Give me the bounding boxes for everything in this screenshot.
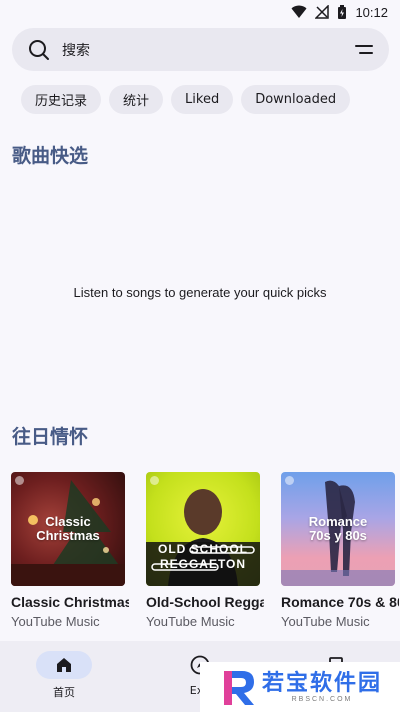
search-icon [29,39,49,60]
wifi-icon [291,5,307,18]
nostalgia-cards: Classic Christmas Classic Christmas YouT… [11,472,399,629]
home-icon [57,658,71,672]
quick-picks-title: 歌曲快选 [12,145,89,167]
status-bar: 10:12 [0,0,400,24]
chip-stats[interactable]: 统计 [109,85,164,114]
menu-icon[interactable] [353,39,375,61]
playlist-cover[interactable]: Classic Christmas [11,472,125,586]
watermark-text-wrap: 若宝软件园 RBSCN.COM [262,670,383,703]
status-time: 10:12 [355,4,388,20]
playlist-card[interactable]: Classic Christmas Classic Christmas YouT… [11,472,129,629]
playlist-card[interactable]: Romance 70s y 80s Romance 70s & 80s YouT… [281,472,399,629]
chip-liked[interactable]: Liked [171,85,234,114]
card-title: Old-School Reggaeton [146,594,264,610]
badge-icon [15,476,24,485]
card-subtitle: YouTube Music [281,614,370,629]
watermark-sub: RBSCN.COM [291,695,353,703]
playlist-cover[interactable]: Romance 70s y 80s [281,472,395,586]
battery-icon [338,4,347,19]
badge-icon [150,476,159,485]
card-subtitle: YouTube Music [146,614,235,629]
card-subtitle: YouTube Music [11,614,100,629]
no-signal-icon [315,5,330,19]
watermark-text: 若宝软件园 [262,670,383,696]
chip-downloaded[interactable]: Downloaded [241,85,351,114]
nav-home-pill[interactable] [36,651,92,679]
cover-text: Classic Christmas [36,514,100,543]
quick-picks-empty-message: Listen to songs to generate your quick p… [73,285,327,300]
filter-chips: 历史记录 统计 Liked Downloaded [21,85,351,114]
badge-icon [285,476,294,485]
cover-text: Romance 70s y 80s [308,514,368,543]
nav-home[interactable]: 首页 [24,651,104,700]
playlist-card[interactable]: OLD SCHOOL REGGAETON Old-School Reggaeto… [146,472,264,629]
chip-history[interactable]: 历史记录 [21,85,102,114]
nostalgia-title: 往日情怀 [12,426,89,448]
card-title: Romance 70s & 80s [281,594,399,610]
card-title: Classic Christmas [11,594,129,610]
watermark-logo: 若宝软件园 RBSCN.COM [200,662,400,712]
search-bar[interactable]: 搜索 [12,28,389,71]
cover-text: OLD SCHOOL REGGAETON [158,542,248,571]
search-input[interactable]: 搜索 [62,40,353,60]
nav-home-label: 首页 [53,686,75,699]
playlist-cover[interactable]: OLD SCHOOL REGGAETON [146,472,260,586]
r-logo-icon [224,671,254,705]
